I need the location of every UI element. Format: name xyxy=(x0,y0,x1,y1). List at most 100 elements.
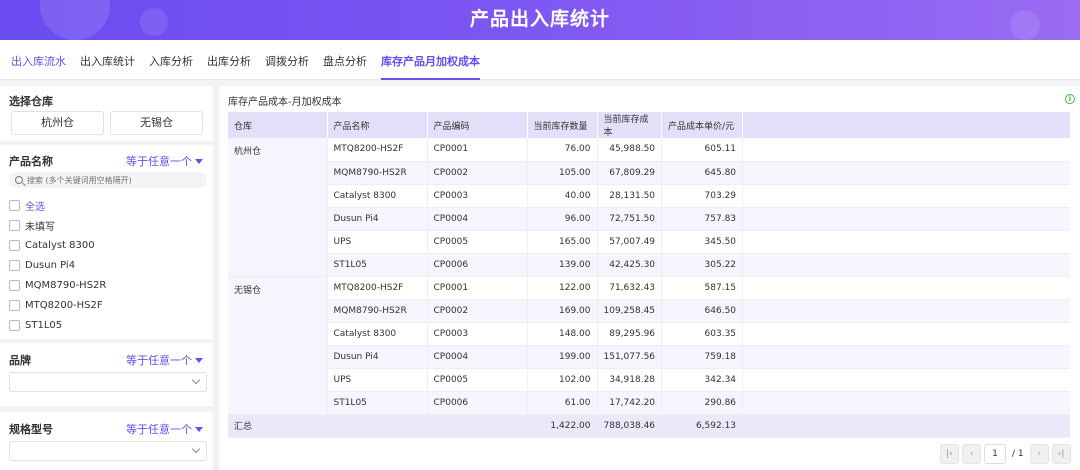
model-dropdown[interactable] xyxy=(9,441,207,461)
caret-down-icon xyxy=(195,358,203,363)
total-qty-cell: 1,422.00 xyxy=(527,414,598,438)
report-table: 仓库 产品名称 产品编码 当前库存数量 当前库存成本 产品成本单价/元 杭州仓 … xyxy=(228,112,1070,438)
prev-page-button[interactable]: ‹ xyxy=(962,444,981,464)
stock-cost-cell: 71,632.43 xyxy=(597,276,663,300)
page-number-input[interactable]: 1 xyxy=(984,444,1006,464)
header-banner: 产品出入库统计 xyxy=(0,0,1080,40)
product-option-mqm8790[interactable]: MQM8790-HS2R xyxy=(9,278,106,292)
product-code-cell: CP0005 xyxy=(427,230,528,254)
product-filter-card: 产品名称 等于任意一个 全选 未填写 Catalyst 8300 Dusun P… xyxy=(0,145,213,339)
tab-inbound-analysis[interactable]: 入库分析 xyxy=(142,40,200,80)
filler-cell xyxy=(742,207,1070,231)
option-label: ST1L05 xyxy=(25,319,63,331)
tab-outbound-analysis[interactable]: 出库分析 xyxy=(200,40,258,80)
product-name-cell: Dusun Pi4 xyxy=(327,207,428,231)
product-code-cell: CP0004 xyxy=(427,207,528,231)
product-code-cell: CP0004 xyxy=(427,345,528,369)
tab-stocktake-analysis[interactable]: 盘点分析 xyxy=(316,40,374,80)
table-row: MQM8790-HS2R CP0002 169.00 109,258.45 64… xyxy=(228,299,1070,323)
product-code-cell: CP0002 xyxy=(427,161,528,185)
checkbox[interactable] xyxy=(9,299,20,311)
stock-qty-cell: 76.00 xyxy=(527,138,598,162)
checkbox[interactable] xyxy=(9,219,20,231)
checkbox[interactable] xyxy=(9,279,20,291)
product-name-cell: UPS xyxy=(327,230,428,254)
unit-cost-cell: 703.29 xyxy=(661,184,744,208)
stock-cost-cell: 34,918.28 xyxy=(597,368,663,392)
filler-cell xyxy=(742,138,1070,162)
table-row: Catalyst 8300 CP0003 148.00 89,295.96 60… xyxy=(228,322,1070,346)
column-header[interactable]: 当前库存成本 xyxy=(597,112,663,138)
filler-cell xyxy=(742,414,1070,438)
unit-cost-cell: 645.80 xyxy=(661,161,744,185)
stock-cost-cell: 89,295.96 xyxy=(597,322,663,346)
column-header[interactable]: 产品编码 xyxy=(427,112,528,138)
product-option-unfilled[interactable]: 未填写 xyxy=(9,218,55,233)
table-row: UPS CP0005 102.00 34,918.28 342.34 xyxy=(228,368,1070,392)
column-header[interactable]: 产品名称 xyxy=(327,112,428,138)
product-search-input[interactable] xyxy=(27,175,197,185)
product-filter-title: 产品名称 xyxy=(9,155,53,168)
stock-cost-cell: 72,751.50 xyxy=(597,207,663,231)
search-icon xyxy=(15,176,23,184)
checkbox[interactable] xyxy=(9,199,20,211)
column-header[interactable]: 仓库 xyxy=(228,112,328,138)
warehouse-option-hangzhou[interactable]: 杭州仓 xyxy=(11,111,104,135)
filler-cell xyxy=(742,391,1070,415)
filler-cell xyxy=(742,368,1070,392)
caret-down-icon xyxy=(195,159,203,164)
next-page-button[interactable]: › xyxy=(1029,444,1049,464)
stock-cost-cell: 151,077.56 xyxy=(597,345,663,369)
column-header[interactable]: 当前库存数量 xyxy=(527,112,598,138)
checkbox[interactable] xyxy=(9,319,20,331)
brand-dropdown[interactable] xyxy=(9,372,207,392)
column-header[interactable]: 产品成本单价/元 xyxy=(661,112,744,138)
product-option-st1l05[interactable]: ST1L05 xyxy=(9,318,62,332)
product-code-cell: CP0003 xyxy=(427,322,528,346)
page-title: 产品出入库统计 xyxy=(469,8,610,30)
brand-filter-operator[interactable]: 等于任意一个 xyxy=(126,352,203,368)
empty-cell xyxy=(327,414,428,438)
stock-cost-cell: 28,131.50 xyxy=(597,184,663,208)
last-page-button[interactable]: ›| xyxy=(1051,444,1071,464)
table-row: ST1L05 CP0006 139.00 42,425.30 305.22 xyxy=(228,253,1070,277)
stock-qty-cell: 102.00 xyxy=(527,368,598,392)
warehouse-option-wuxi[interactable]: 无锡仓 xyxy=(110,111,203,135)
tab-inout-flow[interactable]: 出入库流水 xyxy=(4,40,73,80)
unit-cost-cell: 646.50 xyxy=(661,299,744,323)
table-row: Dusun Pi4 CP0004 199.00 151,077.56 759.1… xyxy=(228,345,1070,369)
tab-bar: 出入库流水 出入库统计 入库分析 出库分析 调拨分析 盘点分析 库存产品月加权成… xyxy=(0,40,1080,80)
tab-inout-stats[interactable]: 出入库统计 xyxy=(73,40,142,80)
checkbox[interactable] xyxy=(9,239,20,251)
unit-cost-cell: 759.18 xyxy=(661,345,744,369)
product-search-box[interactable] xyxy=(9,172,207,188)
info-icon[interactable]: i xyxy=(1065,94,1075,104)
product-name-cell: MTQ8200-HS2F xyxy=(327,138,428,162)
warehouse-cell: 杭州仓 xyxy=(228,138,328,277)
model-filter-operator[interactable]: 等于任意一个 xyxy=(126,421,203,437)
product-option-mtq8200[interactable]: MTQ8200-HS2F xyxy=(9,298,103,312)
total-label: 汇总 xyxy=(228,414,328,438)
checkbox[interactable] xyxy=(9,259,20,271)
stock-cost-cell: 17,742.20 xyxy=(597,391,663,415)
product-option-dusun[interactable]: Dusun Pi4 xyxy=(9,258,75,272)
report-title: 库存产品成本-月加权成本 xyxy=(228,97,342,108)
tab-transfer-analysis[interactable]: 调拨分析 xyxy=(258,40,316,80)
chevron-down-icon xyxy=(191,375,201,385)
empty-cell xyxy=(427,414,528,438)
unit-cost-cell: 342.34 xyxy=(661,368,744,392)
filler-cell xyxy=(742,161,1070,185)
product-option-select-all[interactable]: 全选 xyxy=(9,198,45,213)
operator-label: 等于任意一个 xyxy=(126,354,192,367)
product-option-catalyst[interactable]: Catalyst 8300 xyxy=(9,238,95,252)
unit-cost-cell: 603.35 xyxy=(661,322,744,346)
first-page-button[interactable]: |‹ xyxy=(940,444,959,464)
tab-weighted-cost[interactable]: 库存产品月加权成本 xyxy=(374,40,487,80)
product-filter-operator[interactable]: 等于任意一个 xyxy=(126,153,203,169)
table-row: MQM8790-HS2R CP0002 105.00 67,809.29 645… xyxy=(228,161,1070,185)
table-row: 杭州仓 MTQ8200-HS2F CP0001 76.00 45,988.50 … xyxy=(228,138,1070,277)
total-unit-cell: 6,592.13 xyxy=(661,414,744,438)
filler-cell xyxy=(742,253,1070,277)
warehouse-filter-title: 选择仓库 xyxy=(9,95,53,108)
unit-cost-cell: 290.86 xyxy=(661,391,744,415)
